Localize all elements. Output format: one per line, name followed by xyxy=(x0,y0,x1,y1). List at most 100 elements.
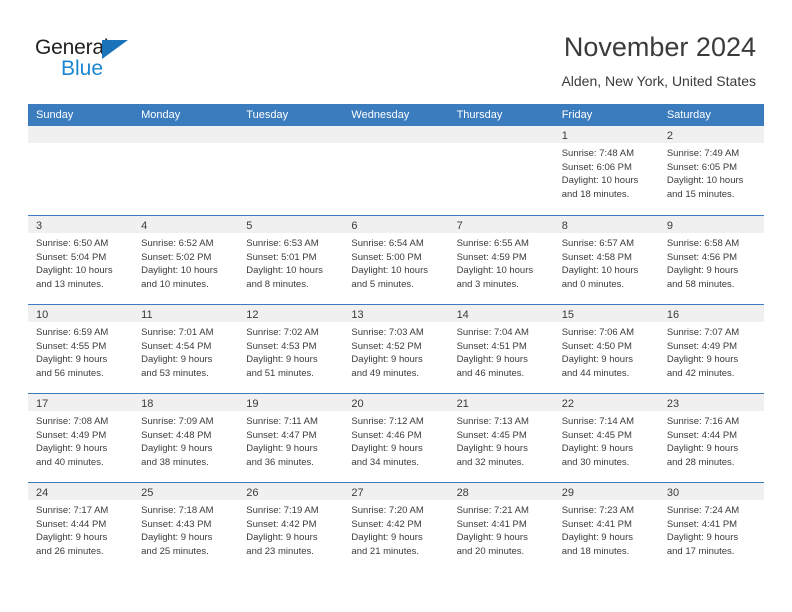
sunrise-text: Sunrise: 7:07 AM xyxy=(666,327,740,338)
daylight-text-line2: and 28 minutes. xyxy=(666,456,735,468)
day-number: 19 xyxy=(246,398,259,410)
daylight-text-line1: Daylight: 9 hours xyxy=(561,532,633,544)
sunrise-text: Sunrise: 6:50 AM xyxy=(36,238,109,249)
sunset-text: Sunset: 4:55 PM xyxy=(36,340,107,352)
day-number: 2 xyxy=(666,130,673,142)
sunrise-text: Sunrise: 7:13 AM xyxy=(456,416,529,427)
daylight-text-line1: Daylight: 9 hours xyxy=(141,443,213,455)
calendar-weeks: 1 Sunrise: 7:48 AM Sunset: 6:06 PM Daylight… xyxy=(28,126,764,571)
sunset-text: Sunset: 4:54 PM xyxy=(141,340,212,352)
day-number: 11 xyxy=(141,309,153,321)
day-cell[interactable]: 29 Sunrise: 7:23 AM Sunset: 4:41 PM Dayligh… xyxy=(553,483,659,571)
daylight-text-line2: and 0 minutes. xyxy=(561,278,625,290)
day-cell[interactable]: 14 Sunrise: 7:04 AM Sunset: 4:51 PM Dayligh… xyxy=(448,305,554,393)
day-cell[interactable]: 15 Sunrise: 7:06 AM Sunset: 4:50 PM Dayligh… xyxy=(553,305,659,393)
day-number: 3 xyxy=(36,220,43,232)
day-number-bar: 1 xyxy=(553,126,659,143)
calendar-grid: Sunday Monday Tuesday Wednesday Thursday… xyxy=(28,104,764,571)
calendar-week-row: 1 Sunrise: 7:48 AM Sunset: 6:06 PM Daylight… xyxy=(28,126,764,215)
day-cell[interactable]: 12 Sunrise: 7:02 AM Sunset: 4:53 PM Dayligh… xyxy=(238,305,344,393)
daylight-text-line1: Daylight: 9 hours xyxy=(351,443,423,455)
day-cell[interactable]: 10 Sunrise: 6:59 AM Sunset: 4:55 PM Dayligh… xyxy=(28,305,134,393)
day-cell[interactable]: 27 Sunrise: 7:20 AM Sunset: 4:42 PM Dayligh… xyxy=(343,483,449,571)
day-cell[interactable]: 21 Sunrise: 7:13 AM Sunset: 4:45 PM Dayligh… xyxy=(448,394,554,482)
day-cell[interactable]: 7 Sunrise: 6:55 AM Sunset: 4:59 PM Daylight… xyxy=(448,216,554,304)
day-number-bar: 26 xyxy=(238,483,344,500)
day-cell[interactable]: 23 Sunrise: 7:16 AM Sunset: 4:44 PM Dayligh… xyxy=(658,394,764,482)
daylight-text-line1: Daylight: 9 hours xyxy=(246,354,318,366)
day-number-bar: 21 xyxy=(448,394,554,411)
daylight-text-line1: Daylight: 9 hours xyxy=(141,532,213,544)
day-cell[interactable]: 26 Sunrise: 7:19 AM Sunset: 4:42 PM Dayligh… xyxy=(238,483,344,571)
day-number-bar: 10 xyxy=(28,305,134,322)
day-cell[interactable]: 4 Sunrise: 6:52 AM Sunset: 5:02 PM Daylight… xyxy=(133,216,239,304)
day-info: Sunrise: 7:07 AM Sunset: 4:49 PM Daylight:… xyxy=(659,322,764,380)
day-cell[interactable]: 25 Sunrise: 7:18 AM Sunset: 4:43 PM Dayligh… xyxy=(133,483,239,571)
day-cell[interactable]: 30 Sunrise: 7:24 AM Sunset: 4:41 PM Dayligh… xyxy=(658,483,764,571)
brand-logo[interactable]: General Blue xyxy=(35,36,235,86)
day-cell[interactable]: 11 Sunrise: 7:01 AM Sunset: 4:54 PM Dayligh… xyxy=(133,305,239,393)
day-cell[interactable]: 1 Sunrise: 7:48 AM Sunset: 6:06 PM Daylight… xyxy=(553,126,659,215)
day-number: 21 xyxy=(456,398,469,410)
day-number: 13 xyxy=(351,309,364,321)
day-number-bar: 30 xyxy=(658,483,764,500)
title-block: November 2024 Alden, New York, United St… xyxy=(561,30,756,90)
daylight-text-line2: and 18 minutes. xyxy=(561,188,630,200)
day-info: Sunrise: 7:20 AM Sunset: 4:42 PM Daylight:… xyxy=(343,500,448,558)
sunset-text: Sunset: 4:47 PM xyxy=(246,429,317,441)
sunrise-text: Sunrise: 7:16 AM xyxy=(666,416,740,427)
daylight-text-line2: and 10 minutes. xyxy=(141,278,209,290)
day-cell[interactable]: 28 Sunrise: 7:21 AM Sunset: 4:41 PM Dayligh… xyxy=(448,483,554,571)
day-cell[interactable]: 19 Sunrise: 7:11 AM Sunset: 4:47 PM Dayligh… xyxy=(238,394,344,482)
daylight-text-line2: and 46 minutes. xyxy=(456,367,525,379)
calendar-week-row: 3 Sunrise: 6:50 AM Sunset: 5:04 PM Daylight… xyxy=(28,215,764,304)
daylight-text-line1: Daylight: 10 hours xyxy=(666,175,744,187)
sunset-text: Sunset: 4:51 PM xyxy=(456,340,527,352)
day-cell[interactable]: 18 Sunrise: 7:09 AM Sunset: 4:48 PM Dayligh… xyxy=(133,394,239,482)
day-cell[interactable]: 3 Sunrise: 6:50 AM Sunset: 5:04 PM Daylight… xyxy=(28,216,134,304)
day-info: Sunrise: 7:48 AM Sunset: 6:06 PM Daylight:… xyxy=(554,143,659,201)
day-number-bar xyxy=(448,126,554,143)
day-number-bar xyxy=(133,126,239,143)
day-number-bar: 19 xyxy=(238,394,344,411)
sunset-text: Sunset: 6:06 PM xyxy=(561,161,632,173)
triangle-icon xyxy=(102,40,128,59)
day-cell[interactable]: 5 Sunrise: 6:53 AM Sunset: 5:01 PM Daylight… xyxy=(238,216,344,304)
day-cell[interactable]: 8 Sunrise: 6:57 AM Sunset: 4:58 PM Daylight… xyxy=(553,216,659,304)
day-cell[interactable]: 16 Sunrise: 7:07 AM Sunset: 4:49 PM Dayligh… xyxy=(658,305,764,393)
daylight-text-line1: Daylight: 9 hours xyxy=(666,354,739,366)
daylight-text-line1: Daylight: 10 hours xyxy=(561,175,639,187)
day-info: Sunrise: 6:57 AM Sunset: 4:58 PM Daylight:… xyxy=(554,233,659,291)
day-cell[interactable]: 13 Sunrise: 7:03 AM Sunset: 4:52 PM Dayligh… xyxy=(343,305,449,393)
day-number: 20 xyxy=(351,398,364,410)
daylight-text-line2: and 56 minutes. xyxy=(36,367,104,379)
day-cell[interactable]: 22 Sunrise: 7:14 AM Sunset: 4:45 PM Dayligh… xyxy=(553,394,659,482)
sunrise-text: Sunrise: 7:17 AM xyxy=(36,505,109,516)
day-number-bar: 9 xyxy=(658,216,764,233)
sunset-text: Sunset: 4:45 PM xyxy=(456,429,527,441)
sunrise-text: Sunrise: 7:49 AM xyxy=(666,148,740,159)
day-cell[interactable]: 17 Sunrise: 7:08 AM Sunset: 4:49 PM Dayligh… xyxy=(28,394,134,482)
sunset-text: Sunset: 5:04 PM xyxy=(36,251,107,263)
daylight-text-line2: and 40 minutes. xyxy=(36,456,104,468)
daylight-text-line2: and 18 minutes. xyxy=(561,545,630,557)
sunset-text: Sunset: 4:42 PM xyxy=(351,518,422,530)
daylight-text-line2: and 25 minutes. xyxy=(141,545,209,557)
daylight-text-line1: Daylight: 9 hours xyxy=(36,354,108,366)
day-number: 24 xyxy=(36,487,49,499)
day-info: Sunrise: 6:58 AM Sunset: 4:56 PM Daylight:… xyxy=(659,233,764,291)
day-number: 6 xyxy=(351,220,358,232)
day-number: 4 xyxy=(141,220,148,232)
day-cell[interactable]: 24 Sunrise: 7:17 AM Sunset: 4:44 PM Dayligh… xyxy=(28,483,134,571)
day-cell[interactable]: 20 Sunrise: 7:12 AM Sunset: 4:46 PM Dayligh… xyxy=(343,394,449,482)
day-info: Sunrise: 6:54 AM Sunset: 5:00 PM Daylight:… xyxy=(343,233,448,291)
day-info: Sunrise: 7:01 AM Sunset: 4:54 PM Daylight:… xyxy=(133,322,238,380)
day-cell[interactable]: 9 Sunrise: 6:58 AM Sunset: 4:56 PM Daylight… xyxy=(658,216,764,304)
day-number: 28 xyxy=(456,487,469,499)
daylight-text-line2: and 26 minutes. xyxy=(36,545,104,557)
sunrise-text: Sunrise: 7:08 AM xyxy=(36,416,109,427)
day-cell[interactable]: 2 Sunrise: 7:49 AM Sunset: 6:05 PM Daylight… xyxy=(658,126,764,215)
day-info: Sunrise: 7:16 AM Sunset: 4:44 PM Daylight:… xyxy=(659,411,764,469)
daylight-text-line2: and 58 minutes. xyxy=(666,278,735,290)
day-cell[interactable]: 6 Sunrise: 6:54 AM Sunset: 5:00 PM Daylight… xyxy=(343,216,449,304)
